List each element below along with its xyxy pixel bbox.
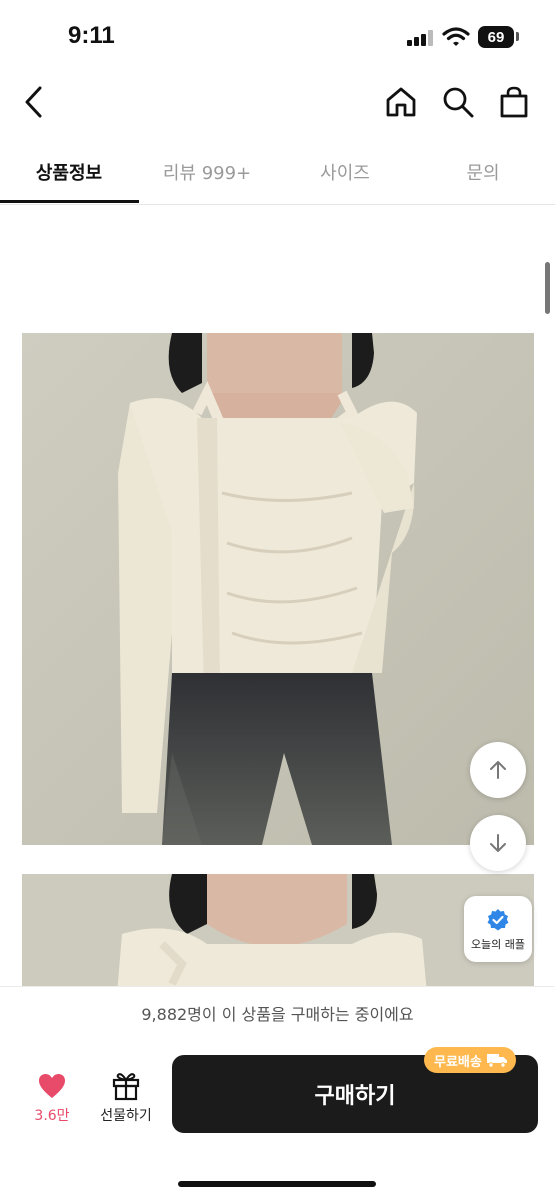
arrow-up-icon (490, 761, 506, 779)
status-time: 9:11 (68, 22, 115, 49)
search-icon (443, 87, 474, 118)
like-button[interactable]: 3.6만 (24, 1069, 80, 1129)
product-tabs: 상품정보 리뷰 999+ 사이즈 문의 (0, 140, 555, 205)
raffle-label: 오늘의 래플 (470, 938, 526, 951)
verified-badge-icon (487, 909, 509, 931)
active-tab-indicator (0, 200, 139, 203)
tab-reviews[interactable]: 리뷰 999+ (138, 140, 276, 203)
today-raffle-button[interactable]: 오늘의 래플 (464, 896, 532, 962)
battery-tip (516, 32, 519, 41)
home-indicator (178, 1181, 376, 1187)
like-count: 3.6만 (34, 1108, 70, 1124)
search-button[interactable] (436, 72, 480, 132)
product-image (22, 333, 534, 845)
free-shipping-label: 무료배송 (434, 1054, 482, 1070)
tab-size[interactable]: 사이즈 (276, 140, 414, 203)
scroll-up-button[interactable] (470, 742, 526, 798)
free-shipping-badge: 무료배송 (424, 1047, 516, 1073)
gift-button[interactable]: 선물하기 (90, 1069, 162, 1129)
back-icon (25, 86, 42, 118)
gift-label: 선물하기 (100, 1108, 152, 1124)
product-image-2 (22, 874, 534, 994)
nav-bar (0, 72, 555, 132)
scrollbar[interactable] (545, 262, 550, 314)
status-bar: 9:11 69 (0, 0, 555, 72)
bottom-action-bar: 3.6만 선물하기 구매하기 무료배송 (0, 1039, 555, 1200)
scroll-down-button[interactable] (470, 815, 526, 871)
signal-icon (407, 30, 435, 46)
home-button[interactable] (379, 72, 423, 132)
battery-indicator: 69 (478, 26, 514, 48)
heart-icon (39, 1074, 65, 1098)
arrow-down-icon (490, 834, 506, 852)
purchase-notice: 9,882명이 이 상품을 구매하는 중이에요 (0, 986, 555, 1040)
tab-inquiry[interactable]: 문의 (414, 140, 552, 203)
cart-button[interactable] (492, 72, 536, 132)
tab-product-info[interactable]: 상품정보 (0, 140, 138, 203)
back-button[interactable] (12, 72, 56, 132)
gift-icon (112, 1073, 140, 1101)
home-icon (386, 87, 416, 117)
truck-icon (486, 1054, 507, 1068)
shopping-bag-icon (500, 86, 528, 118)
wifi-icon (442, 27, 470, 46)
